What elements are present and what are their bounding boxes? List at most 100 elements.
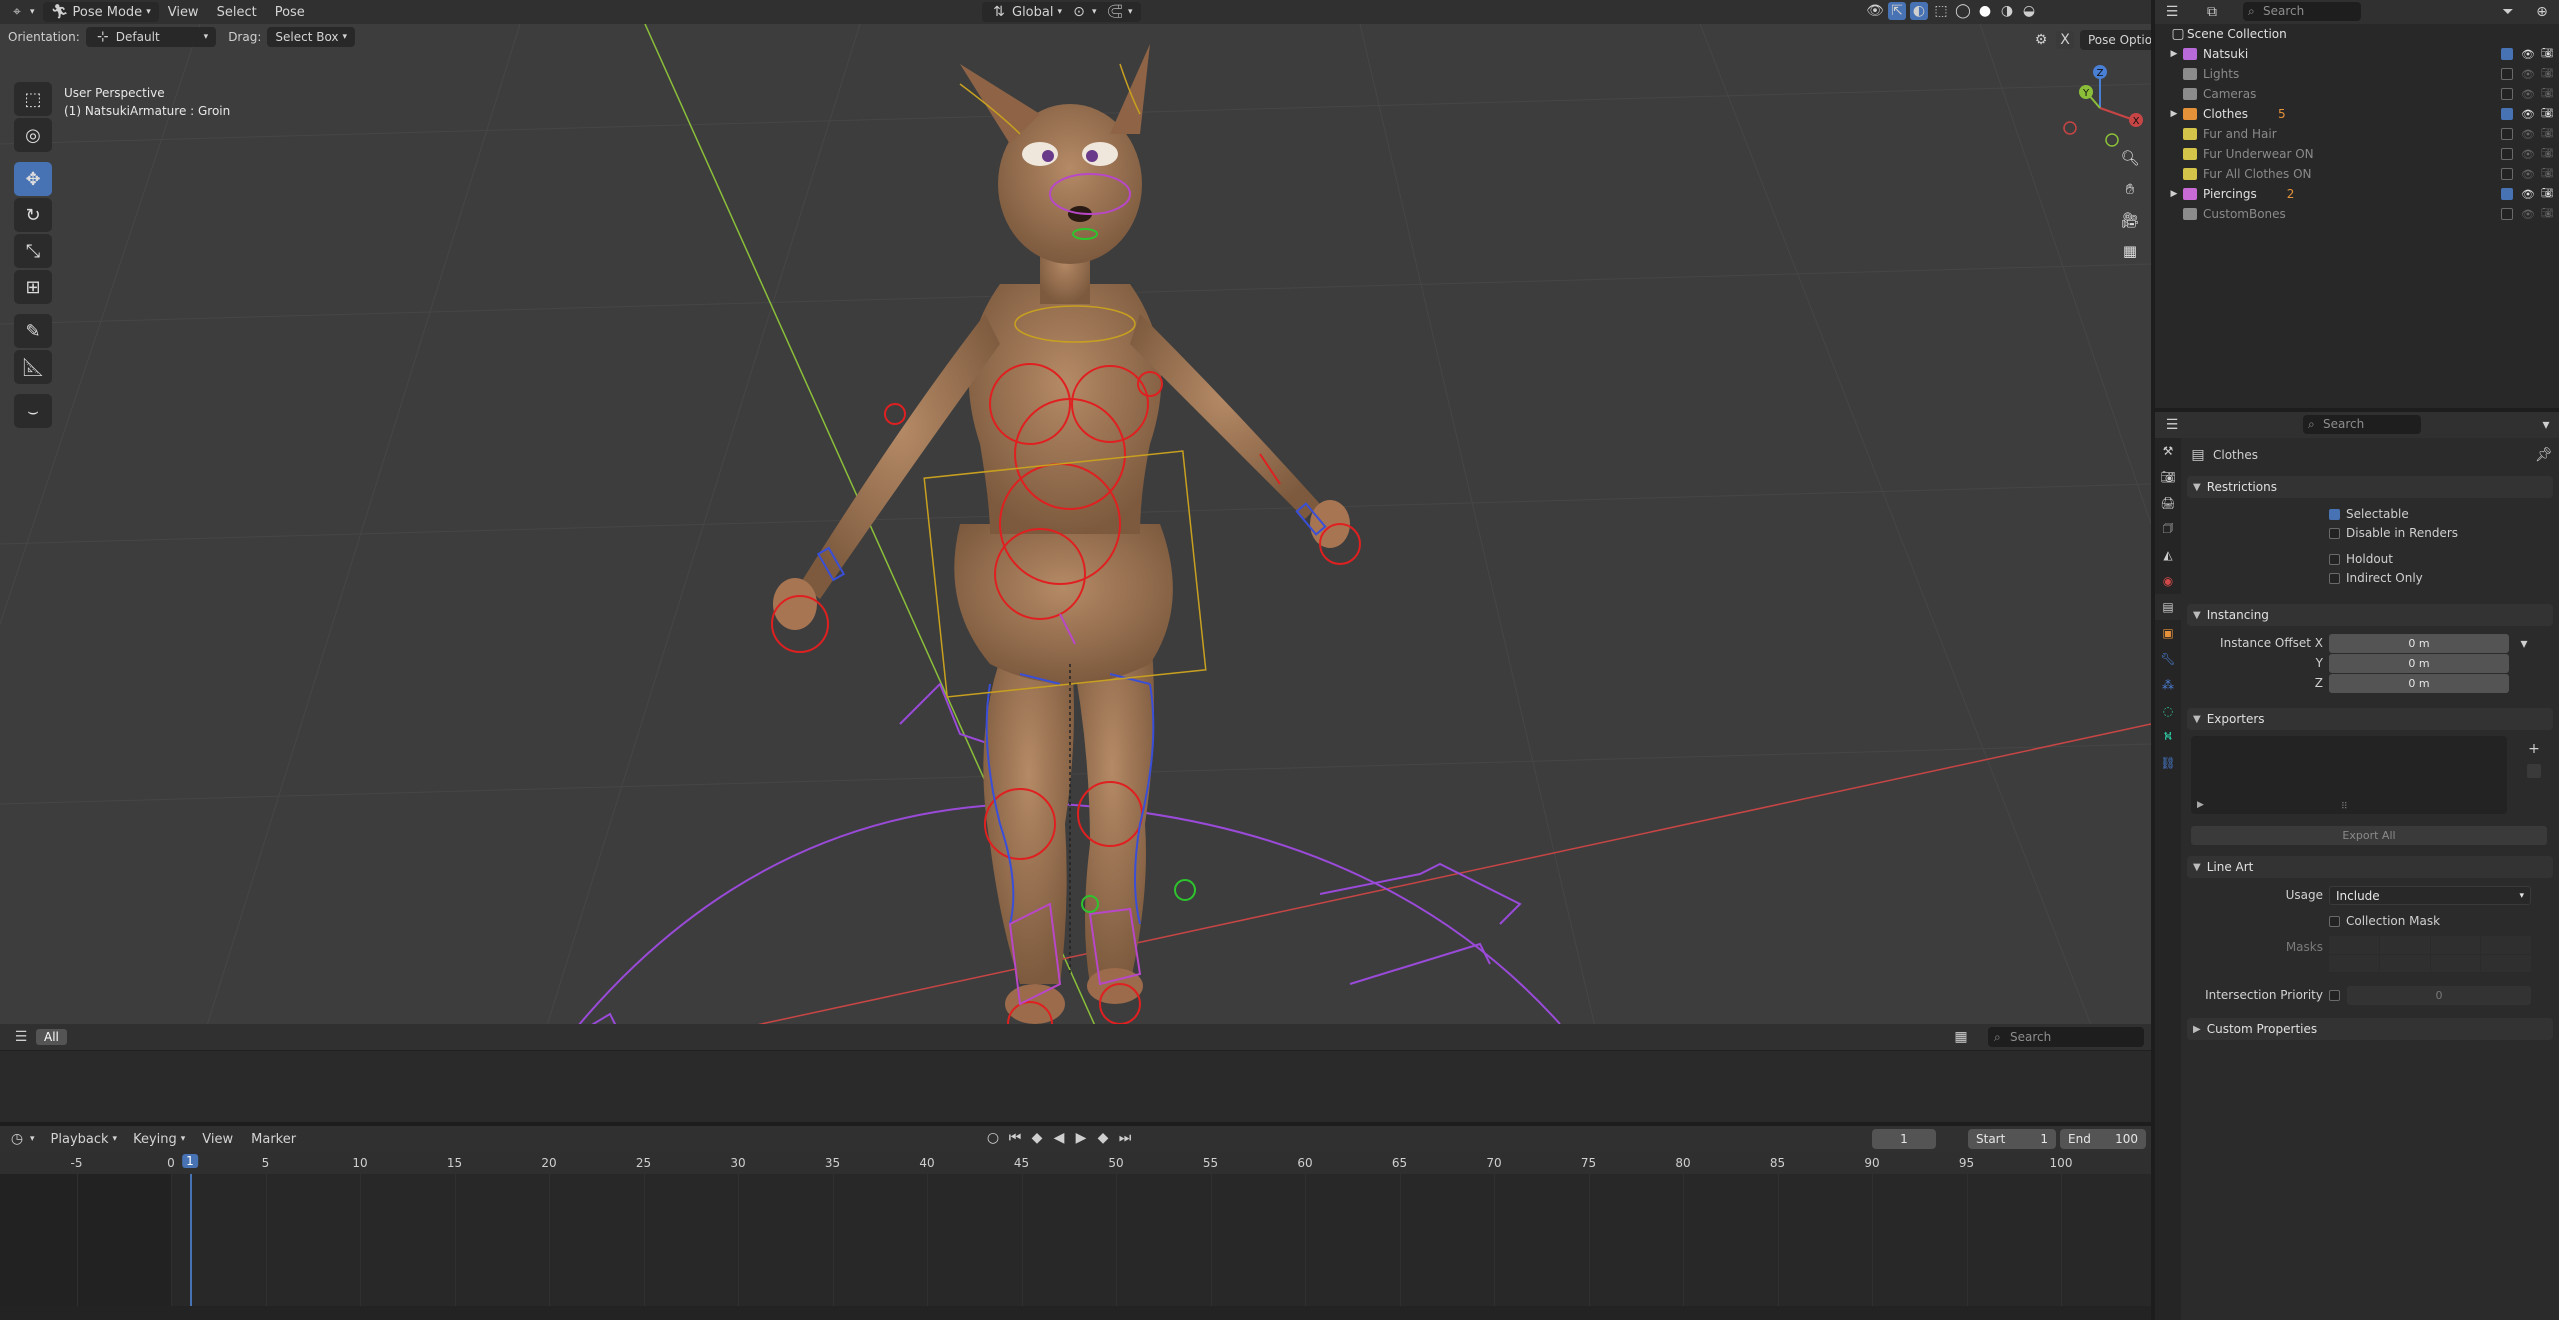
playhead-frame-label[interactable]: 1 xyxy=(182,1154,198,1168)
overlay-toggle-icon[interactable]: ◐ xyxy=(1910,2,1928,20)
mode-dropdown[interactable]: 🏃︎ Pose Mode ▾ xyxy=(42,2,159,22)
expand-chevron-icon[interactable]: ▶ xyxy=(2165,45,2183,63)
select-box-tool-icon[interactable]: ⬚ xyxy=(14,82,52,116)
transform-tool-icon[interactable]: ⊞ xyxy=(14,270,52,304)
menu-select[interactable]: Select xyxy=(208,5,266,20)
zoom-icon[interactable]: 🔍︎ xyxy=(2116,144,2144,172)
properties-editor-icon[interactable]: ☰ xyxy=(2163,416,2181,434)
next-keyframe-icon[interactable]: ◆ xyxy=(1094,1129,1112,1147)
wireframe-shading-icon[interactable]: ◯ xyxy=(1954,2,1972,20)
properties-search-input[interactable]: ⌕ Search xyxy=(2303,415,2421,434)
camera-icon[interactable]: 📷︎ xyxy=(2541,128,2554,140)
outliner-item[interactable]: ▶ Clothes 5 👁︎ 📷︎ xyxy=(2155,104,2559,124)
auto-keying-icon[interactable]: ○ xyxy=(984,1129,1002,1147)
outliner-item[interactable]: Cameras 👁︎ 📷︎ xyxy=(2155,84,2559,104)
masks-grid[interactable] xyxy=(2329,936,2531,972)
camera-icon[interactable]: 📷︎ xyxy=(2541,48,2554,60)
scale-tool-icon[interactable]: ⤡ xyxy=(14,234,52,268)
custom-properties-panel-header[interactable]: ▶ Custom Properties xyxy=(2187,1018,2553,1040)
cursor-tool-icon[interactable]: ◎ xyxy=(14,118,52,152)
asset-search-input[interactable]: ⌕ Search xyxy=(1988,1027,2144,1047)
object-data-tab-icon[interactable]: ⛕ xyxy=(2155,724,2181,750)
play-icon[interactable]: ▶ xyxy=(1072,1129,1090,1147)
xray-icon[interactable]: ⬚ xyxy=(1932,2,1950,20)
orientation-dropdown[interactable]: ⊹ Default ▾ xyxy=(85,27,217,47)
output-tab-icon[interactable]: 🖨︎ xyxy=(2155,490,2181,516)
menu-view[interactable]: View xyxy=(159,5,208,20)
eye-icon[interactable]: 👁︎ xyxy=(2521,48,2535,61)
eye-icon[interactable]: 👁︎ xyxy=(2521,128,2535,141)
timeline-editor-type-button[interactable]: ◷ ▾ xyxy=(0,1129,43,1149)
exclude-checkbox[interactable] xyxy=(2501,128,2513,140)
expand-chevron-icon[interactable]: ▶ xyxy=(2165,185,2183,203)
exclude-checkbox[interactable] xyxy=(2501,208,2513,220)
timeline-body[interactable] xyxy=(0,1174,2151,1306)
outliner-item[interactable]: Fur and Hair 👁︎ 📷︎ xyxy=(2155,124,2559,144)
annotate-tool-icon[interactable]: ✎ xyxy=(14,314,52,348)
instance-offset-z-field[interactable]: 0 m xyxy=(2329,674,2509,693)
expand-chevron-icon[interactable]: ▶ xyxy=(2165,105,2183,123)
material-shading-icon[interactable]: ◑ xyxy=(1998,2,2016,20)
collection-mask-checkbox[interactable]: Collection Mask xyxy=(2329,914,2440,928)
line-art-panel-header[interactable]: ▼ Line Art xyxy=(2187,856,2553,878)
resize-handle-icon[interactable]: ⠿ xyxy=(2341,802,2348,812)
eye-icon[interactable]: 👁︎ xyxy=(2521,208,2535,221)
exclude-checkbox[interactable] xyxy=(2501,48,2513,60)
outliner-item[interactable]: CustomBones 👁︎ 📷︎ xyxy=(2155,204,2559,224)
camera-icon[interactable]: 📷︎ xyxy=(2541,88,2554,100)
navigation-gizmo[interactable]: Z X Y xyxy=(2052,60,2148,156)
exclude-checkbox[interactable] xyxy=(2501,148,2513,160)
playhead-line[interactable] xyxy=(189,1174,192,1306)
play-reverse-icon[interactable]: ◀ xyxy=(1050,1129,1068,1147)
current-frame-field[interactable]: 1 xyxy=(1872,1129,1936,1149)
add-exporter-icon[interactable]: + xyxy=(2525,740,2543,758)
camera-icon[interactable]: 📷︎ xyxy=(2541,108,2554,120)
rotate-tool-icon[interactable]: ↻ xyxy=(14,198,52,232)
jump-start-icon[interactable]: ⏮ xyxy=(1006,1129,1024,1147)
usage-select[interactable]: Include ▾ xyxy=(2329,886,2531,905)
eye-icon[interactable]: 👁︎ xyxy=(2521,148,2535,161)
chevron-down-icon[interactable]: ▾ xyxy=(2515,635,2533,653)
transform-orientation-dropdown[interactable]: ⇅ Global ▾ xyxy=(982,2,1071,22)
relax-pose-tool-icon[interactable]: ⌣ xyxy=(14,394,52,428)
disable-in-renders-checkbox[interactable]: Disable in Renders xyxy=(2329,526,2458,540)
camera-icon[interactable]: 📷︎ xyxy=(2541,188,2554,200)
perspective-toggle-icon[interactable]: ▦ xyxy=(2116,237,2144,265)
camera-icon[interactable]: 📷︎ xyxy=(2541,148,2554,160)
exporters-panel-header[interactable]: ▼ Exporters xyxy=(2187,708,2553,730)
eye-icon[interactable]: 👁︎ xyxy=(2521,108,2535,121)
instancing-panel-header[interactable]: ▼ Instancing xyxy=(2187,604,2553,626)
outliner-item[interactable]: Fur All Clothes ON 👁︎ 📷︎ xyxy=(2155,164,2559,184)
intersection-priority-checkbox[interactable] xyxy=(2329,990,2340,1001)
new-collection-icon[interactable]: ⊕ xyxy=(2533,3,2551,21)
render-tab-icon[interactable]: 📷︎ xyxy=(2155,464,2181,490)
editor-type-button[interactable]: ⌖ ▾ xyxy=(0,2,43,22)
outliner-item[interactable]: ▶ Natsuki 👁︎ 📷︎ xyxy=(2155,44,2559,64)
filter-all-tab[interactable]: All xyxy=(36,1029,67,1045)
display-mode-icon[interactable]: ⧉ xyxy=(2203,3,2221,21)
camera-icon[interactable]: 📷︎ xyxy=(2541,68,2554,80)
marker-menu[interactable]: Marker xyxy=(242,1132,305,1147)
eye-icon[interactable]: 👁︎ xyxy=(2521,168,2535,181)
outliner-item[interactable]: ▶ Piercings 2 👁︎ 📷︎ xyxy=(2155,184,2559,204)
3d-viewport[interactable]: ⬚ ◎ ✥ ↻ ⤡ ⊞ ✎ 📐︎ ⌣ User Perspective (1) … xyxy=(0,24,2151,1048)
pin-icon[interactable]: 📌︎ xyxy=(2535,446,2553,464)
exclude-checkbox[interactable] xyxy=(2501,168,2513,180)
measure-tool-icon[interactable]: 📐︎ xyxy=(14,350,52,384)
exclude-checkbox[interactable] xyxy=(2501,108,2513,120)
jump-end-icon[interactable]: ⏭ xyxy=(1116,1129,1134,1147)
exclude-checkbox[interactable] xyxy=(2501,68,2513,80)
exporters-list[interactable]: ▶ ⠿ xyxy=(2191,736,2507,814)
modifiers-tab-icon[interactable]: 🔧︎ xyxy=(2155,646,2181,672)
object-tab-icon[interactable]: ▣ xyxy=(2155,620,2181,646)
drag-dropdown[interactable]: Select Box ▾ xyxy=(267,27,356,47)
instance-offset-x-field[interactable]: 0 m xyxy=(2329,634,2509,653)
outliner-editor-icon[interactable]: ☰ xyxy=(2163,3,2181,21)
pan-hand-icon[interactable]: ✋︎ xyxy=(2116,175,2144,203)
physics-tab-icon[interactable]: ◌ xyxy=(2155,698,2181,724)
grid-view-icon[interactable]: ▦ xyxy=(1952,1028,1970,1046)
particles-tab-icon[interactable]: ⁂ xyxy=(2155,672,2181,698)
camera-view-icon[interactable]: 🎥︎ xyxy=(2116,206,2144,234)
holdout-checkbox[interactable]: Holdout xyxy=(2329,552,2393,566)
collection-tab-icon[interactable]: ▤ xyxy=(2155,594,2181,620)
